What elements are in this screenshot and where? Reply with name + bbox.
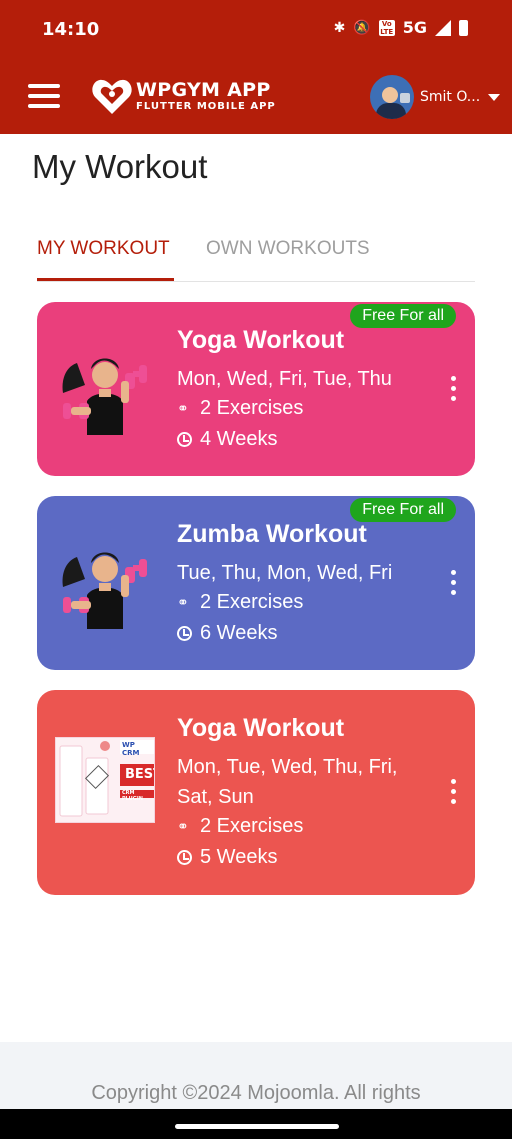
duration-label: 6 Weeks xyxy=(200,622,278,644)
avatar[interactable] xyxy=(370,75,414,119)
exercise-count-label: 2 Exercises xyxy=(200,397,304,419)
clock-icon xyxy=(177,626,192,641)
copyright-text: Copyright ©2024 Mojoomla. All rights xyxy=(91,1082,421,1104)
crm-brand: WP CRM xyxy=(122,741,140,757)
status-bar: 14:10 ✱ 🔕 Vo LTE 5G xyxy=(0,0,512,60)
workout-image: WP CRM BEST CRM PLUGIN xyxy=(55,737,155,823)
tab-indicator xyxy=(37,278,174,281)
workout-title: Zumba Workout xyxy=(177,520,367,548)
exercise-count-label: 2 Exercises xyxy=(200,815,304,837)
status-icons: ✱ 🔕 Vo LTE 5G xyxy=(334,18,468,37)
chevron-down-icon[interactable] xyxy=(488,93,500,101)
workout-days: Mon, Wed, Fri, Tue, Thu xyxy=(177,368,392,390)
tab-own-workouts[interactable]: OWN WORKOUTS xyxy=(206,238,370,260)
network-type: 5G xyxy=(402,18,427,37)
more-options-icon[interactable] xyxy=(448,376,458,404)
app-bar: WPGYM APP FLUTTER MOBILE APP Smit O... xyxy=(0,60,512,134)
dumbbell-icon: ⚭ xyxy=(177,594,189,610)
more-options-icon[interactable] xyxy=(448,570,458,598)
free-badge: Free For all xyxy=(350,304,456,328)
workout-card[interactable]: WP CRM BEST CRM PLUGIN Yoga Workout Mon,… xyxy=(37,690,475,895)
exercise-count: ⚭ 2 Exercises xyxy=(177,397,303,420)
duration-label: 4 Weeks xyxy=(200,428,278,450)
clock-icon xyxy=(177,432,192,447)
user-menu[interactable]: Smit O... xyxy=(370,75,500,119)
bluetooth-icon: ✱ xyxy=(333,19,346,36)
workout-title: Yoga Workout xyxy=(177,714,345,742)
logo-title: WPGYM APP xyxy=(136,79,271,101)
dumbbell-icon: ⚭ xyxy=(177,818,189,834)
duration-label: 5 Weeks xyxy=(200,846,278,868)
volte-icon: Vo LTE xyxy=(378,19,395,36)
free-badge: Free For all xyxy=(350,498,456,522)
status-time: 14:10 xyxy=(42,19,100,40)
signal-icon xyxy=(435,19,451,36)
mute-icon: 🔕 xyxy=(353,19,371,36)
exercise-count-label: 2 Exercises xyxy=(200,591,304,613)
clock-icon xyxy=(177,850,192,865)
exercise-count: ⚭ 2 Exercises xyxy=(177,591,303,614)
tab-my-workout[interactable]: MY WORKOUT xyxy=(37,238,170,260)
workout-image xyxy=(62,552,147,629)
workout-title: Yoga Workout xyxy=(177,326,345,354)
more-options-icon[interactable] xyxy=(448,779,458,807)
heart-logo-icon xyxy=(92,79,132,114)
duration: 5 Weeks xyxy=(177,846,277,869)
workout-card[interactable]: Free For all Yoga Workout Mon, Wed, Fri,… xyxy=(37,302,475,476)
workout-image xyxy=(62,358,147,435)
crm-tagline: BEST xyxy=(125,767,154,782)
duration: 6 Weeks xyxy=(177,622,277,645)
workout-days: Tue, Thu, Mon, Wed, Fri xyxy=(177,562,393,584)
crm-sub: CRM PLUGIN xyxy=(122,790,143,802)
menu-icon[interactable] xyxy=(28,84,60,110)
duration: 4 Weeks xyxy=(177,428,277,451)
workout-days: Mon, Tue, Wed, Thu, Fri, Sat, Sun xyxy=(177,756,398,808)
exercise-count: ⚭ 2 Exercises xyxy=(177,815,303,838)
system-nav-bar xyxy=(0,1109,512,1139)
user-name[interactable]: Smit O... xyxy=(420,89,482,105)
app-logo: WPGYM APP FLUTTER MOBILE APP xyxy=(90,74,276,118)
page-title: My Workout xyxy=(32,148,208,185)
home-gesture-handle[interactable] xyxy=(175,1124,339,1129)
workout-card[interactable]: Free For all Zumba Workout Tue, Thu, Mon… xyxy=(37,496,475,670)
battery-icon xyxy=(459,19,468,36)
tab-bar: MY WORKOUT OWN WORKOUTS xyxy=(37,230,475,282)
dumbbell-icon: ⚭ xyxy=(177,400,189,416)
logo-subtitle: FLUTTER MOBILE APP xyxy=(136,101,276,112)
